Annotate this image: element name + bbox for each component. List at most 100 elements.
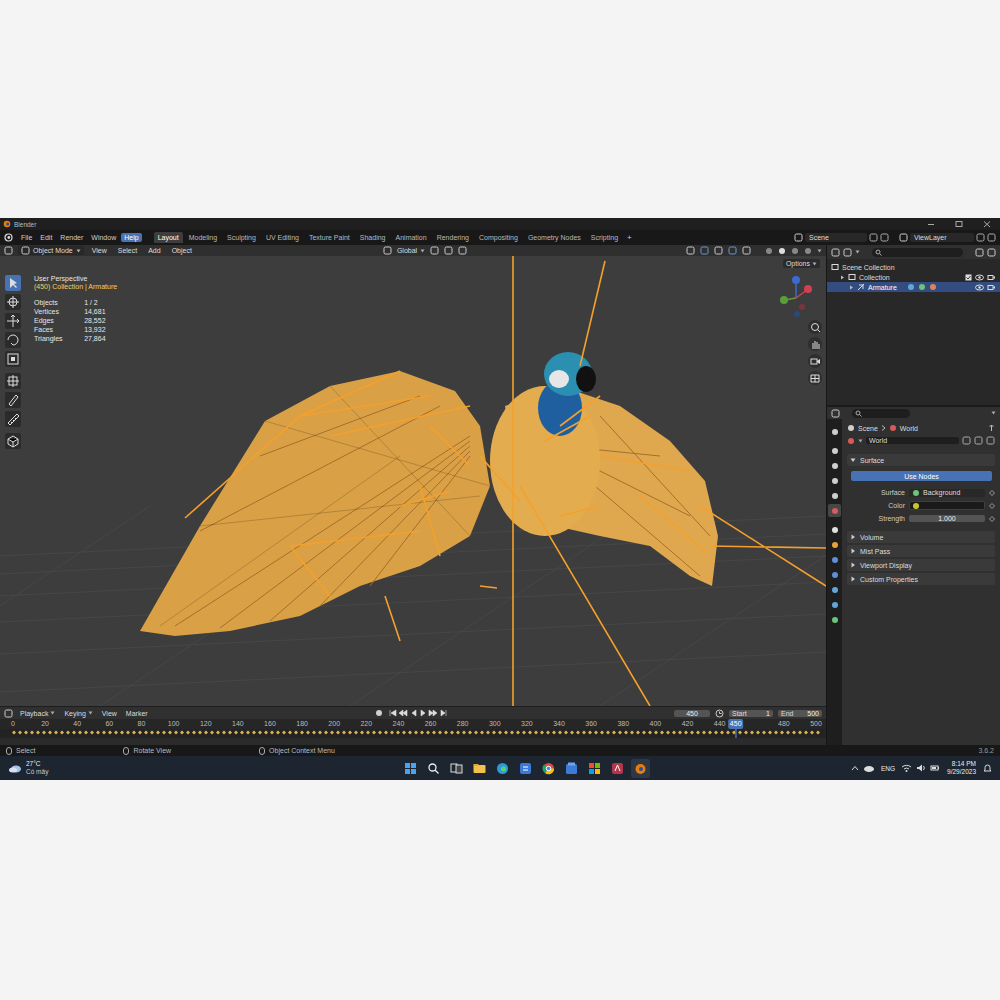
timeline-menu[interactable]: Playback (18, 710, 57, 717)
object-data-icon[interactable] (907, 283, 915, 291)
close-icon[interactable] (980, 220, 994, 228)
timeline-editor-icon[interactable] (4, 709, 13, 718)
object-mode-icon[interactable] (21, 246, 30, 255)
editor-type-icon[interactable] (4, 246, 13, 255)
3d-viewport[interactable]: User Perspective(450) Collection | Armat… (0, 256, 826, 706)
properties-tab-icon[interactable] (831, 616, 839, 624)
tool-button[interactable] (5, 332, 21, 348)
properties-tab-icon[interactable] (831, 571, 839, 579)
volume-icon[interactable] (916, 763, 926, 773)
taskbar-app-icon[interactable] (564, 761, 579, 776)
render-camera-icon[interactable] (987, 284, 996, 291)
taskbar-app[interactable] (447, 759, 466, 778)
clock[interactable]: 8:14 PM9/29/2023 (944, 760, 979, 776)
orientation-label[interactable]: Global (397, 247, 417, 254)
dropdown-caret-icon[interactable] (855, 250, 860, 254)
include-checkbox-icon[interactable] (965, 274, 972, 281)
taskbar-app-icon[interactable] (472, 761, 487, 776)
dropdown-caret-icon[interactable] (817, 249, 822, 253)
maximize-icon[interactable] (952, 220, 966, 228)
timeline-menu[interactable]: Keying (62, 710, 94, 717)
timeline-menu-label[interactable]: Playback (20, 710, 48, 717)
new-scene-icon[interactable] (869, 233, 878, 242)
weather-widget[interactable]: 27°CCó mây (26, 760, 48, 776)
options-dropdown[interactable]: Options (783, 259, 820, 268)
new-view-layer-icon[interactable] (976, 233, 985, 242)
timeline-menu-label[interactable]: Keying (64, 710, 85, 717)
menu-item[interactable]: Help (121, 233, 141, 242)
visibility-eye-icon[interactable] (975, 274, 984, 281)
taskbar-app-icon[interactable] (449, 761, 464, 776)
shading-mode-icon[interactable] (778, 247, 786, 255)
panel-toggle-icon[interactable] (850, 548, 856, 554)
playback-controls-icon[interactable] (388, 709, 448, 717)
orientation-dropdown[interactable]: Global (397, 247, 425, 254)
dropdown-caret-icon[interactable] (76, 249, 81, 253)
taskbar-app[interactable] (539, 759, 558, 778)
expand-arrow-icon[interactable] (849, 285, 854, 290)
panel-header[interactable]: Viewport Display (847, 559, 995, 571)
properties-tab-icon[interactable] (831, 462, 839, 470)
scene-field[interactable]: Scene (805, 233, 867, 242)
taskbar-app-icon[interactable] (633, 761, 648, 776)
properties-tab-icon[interactable] (831, 507, 839, 515)
taskbar-app[interactable] (608, 759, 627, 778)
record-icon[interactable] (375, 709, 383, 717)
taskbar-app[interactable] (424, 759, 443, 778)
pin-icon[interactable] (988, 424, 995, 432)
taskbar-app[interactable] (516, 759, 535, 778)
range-value[interactable]: 1 (766, 710, 770, 717)
outliner-row[interactable]: Collection (827, 272, 1000, 282)
taskbar-app-icon[interactable] (541, 761, 556, 776)
tray-overflow-icon[interactable] (851, 765, 859, 771)
search-icon[interactable] (875, 249, 882, 256)
end-frame-field[interactable]: End500 (778, 710, 822, 717)
view-layer-field[interactable]: ViewLayer (910, 233, 974, 242)
taskbar-app-icon[interactable] (587, 761, 602, 776)
add-workspace-button[interactable]: + (624, 233, 635, 242)
panel-title[interactable]: Volume (860, 534, 883, 541)
properties-search[interactable] (852, 409, 910, 418)
delete-view-layer-icon[interactable] (987, 233, 996, 242)
properties-tab[interactable] (828, 553, 841, 566)
fake-user-icon[interactable] (962, 436, 971, 445)
tool-button[interactable] (5, 294, 21, 310)
scene-icon[interactable] (794, 233, 803, 242)
header-tool-icon[interactable] (742, 246, 751, 255)
properties-tab-icon[interactable] (831, 447, 839, 455)
battery-icon[interactable] (930, 763, 940, 773)
properties-tab[interactable] (828, 444, 841, 457)
pose-icon[interactable] (918, 283, 926, 291)
pivot-icon[interactable] (430, 246, 439, 255)
properties-tab[interactable] (828, 538, 841, 551)
tool-icon[interactable] (5, 275, 21, 291)
blender-menu-icon[interactable] (4, 233, 13, 242)
taskbar-app[interactable] (401, 759, 420, 778)
viewport-menu[interactable]: Object (169, 247, 195, 254)
tool-icon[interactable] (5, 332, 21, 348)
header-tool-icon[interactable] (714, 246, 723, 255)
taskbar-app-icon[interactable] (610, 761, 625, 776)
outliner-label[interactable]: Armature (868, 284, 897, 291)
range-label[interactable]: End (781, 710, 793, 717)
timeline-menu-label[interactable]: View (102, 710, 117, 717)
proportional-icon[interactable] (458, 246, 467, 255)
keyframe-icon[interactable] (989, 490, 995, 496)
menu-item[interactable]: File (18, 233, 35, 242)
panel-title[interactable]: Custom Properties (860, 576, 918, 583)
workspace-tab[interactable]: Layout (154, 232, 183, 243)
range-label[interactable]: Start (732, 710, 747, 717)
properties-tab[interactable] (828, 459, 841, 472)
menu-item[interactable]: Edit (37, 233, 55, 242)
workspace-tab[interactable]: Scripting (587, 232, 622, 243)
properties-tab[interactable] (828, 489, 841, 502)
dropdown-caret-icon[interactable] (88, 711, 93, 715)
workspace-tab[interactable]: Geometry Nodes (524, 232, 585, 243)
workspace-tab[interactable]: Animation (392, 232, 431, 243)
menu-item[interactable]: Render (57, 233, 86, 242)
unlink-icon[interactable] (986, 436, 995, 445)
menu-item[interactable]: Window (88, 233, 119, 242)
tool-icon[interactable] (5, 294, 21, 310)
panel-title[interactable]: Mist Pass (860, 548, 890, 555)
socket-icon[interactable] (912, 489, 920, 497)
